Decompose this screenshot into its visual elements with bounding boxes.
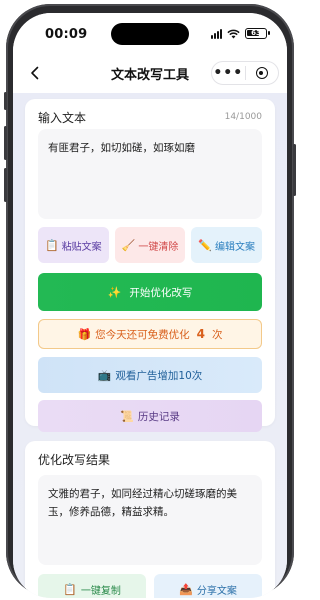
dynamic-island (111, 23, 189, 45)
pencil-icon: ✏️ (198, 238, 213, 252)
volume-down-button (4, 168, 7, 202)
more-options-icon[interactable]: ••• (212, 63, 245, 83)
signal-icon (211, 28, 222, 39)
power-button (293, 144, 296, 196)
edit-button[interactable]: ✏️ 编辑文案 (191, 227, 263, 263)
watch-ad-label: 观看广告增加10次 (115, 369, 203, 382)
free-quota-suffix: 次 (212, 328, 223, 341)
volume-up-button (4, 126, 7, 160)
status-icons: 63 (211, 28, 270, 39)
char-count: 14/1000 (224, 112, 262, 122)
history-button[interactable]: 📜 历史记录 (38, 400, 262, 432)
copy-icon: 📋 (63, 582, 77, 596)
start-optimize-button[interactable]: ✨ 开始优化改写 (38, 273, 262, 311)
input-card-title: 输入文本 (38, 110, 87, 125)
scroll-icon: 📜 (120, 409, 134, 423)
result-text[interactable]: 文雅的君子，如同经过精心切磋琢磨的美玉，修养品德，精益求精。 (38, 475, 262, 565)
phone-screen: 00:09 63 文本改写工具 ••• 输入文本 14/1000 有匪君子，如切… (13, 13, 287, 598)
watch-ad-button[interactable]: 📺 观看广告增加10次 (38, 357, 262, 393)
nav-bar: 文本改写工具 ••• (13, 53, 287, 93)
input-textarea[interactable]: 有匪君子，如切如磋，如琢如磨 (38, 129, 262, 219)
sparkles-icon: ✨ (107, 285, 122, 299)
copy-button-label: 一键复制 (80, 585, 121, 597)
share-button[interactable]: 📤 分享文案 (154, 574, 262, 598)
copy-button[interactable]: 📋 一键复制 (38, 574, 146, 598)
clear-button[interactable]: 🧹 一键清除 (114, 227, 186, 263)
paste-button-label: 粘贴文案 (61, 241, 102, 253)
input-card-header: 输入文本 14/1000 (38, 109, 262, 125)
history-label: 历史记录 (137, 410, 180, 423)
tv-icon: 📺 (97, 368, 112, 382)
page-title: 文本改写工具 (110, 67, 189, 83)
free-quota-prefix: 您今天还可免费优化 (95, 328, 190, 341)
share-button-label: 分享文案 (196, 585, 237, 597)
result-card-header: 优化改写结果 (38, 451, 262, 467)
miniprogram-capsule: ••• (211, 61, 279, 85)
result-actions: 📋 一键复制 📤 分享文案 (38, 574, 262, 598)
input-card: 输入文本 14/1000 有匪君子，如切如磋，如琢如磨 📋 粘贴文案 🧹 一键清… (25, 99, 275, 432)
battery-level: 63 (251, 29, 261, 37)
edit-button-label: 编辑文案 (215, 241, 256, 253)
paste-button[interactable]: 📋 粘贴文案 (38, 227, 109, 263)
status-time: 00:09 (45, 27, 88, 42)
result-card: 优化改写结果 文雅的君子，如同经过精心切磋琢磨的美玉，修养品德，精益求精。 📋 … (25, 441, 275, 598)
clear-button-label: 一键清除 (138, 241, 179, 253)
free-quota-count: 4 (196, 327, 206, 341)
result-card-title: 优化改写结果 (38, 452, 111, 467)
clipboard-icon: 📋 (44, 238, 59, 252)
input-actions: 📋 粘贴文案 🧹 一键清除 ✏️ 编辑文案 (38, 227, 263, 263)
share-icon: 📤 (179, 582, 193, 596)
free-quota-banner: 🎁 您今天还可免费优化 4 次 (38, 319, 262, 349)
start-optimize-label: 开始优化改写 (129, 286, 193, 299)
main-content: 输入文本 14/1000 有匪君子，如切如磋，如琢如磨 📋 粘贴文案 🧹 一键清… (13, 93, 287, 598)
broom-icon: 🧹 (121, 238, 136, 252)
back-arrow-icon[interactable] (27, 65, 43, 81)
close-miniprogram-icon[interactable] (246, 67, 279, 79)
wifi-icon (227, 29, 240, 38)
battery-icon: 63 (245, 28, 270, 39)
mute-switch (4, 92, 7, 110)
gift-icon: 🎁 (77, 327, 92, 341)
